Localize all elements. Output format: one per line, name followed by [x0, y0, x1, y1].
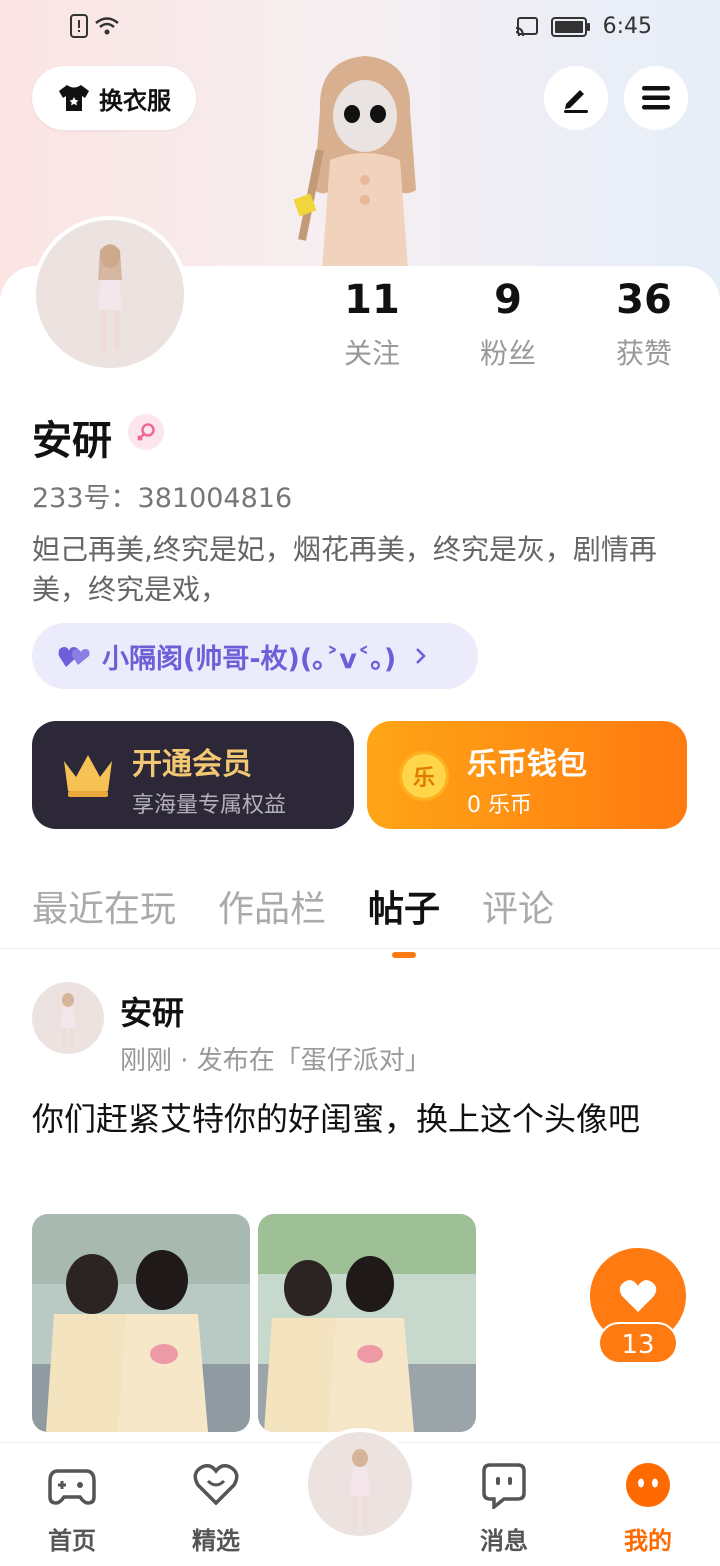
character-illustration [293, 56, 416, 270]
avatar-figure-image [98, 244, 122, 350]
wallet-title: 乐币钱包 [467, 747, 587, 782]
chevron-right-icon [416, 648, 426, 664]
stat-label: 粉丝 [479, 337, 536, 370]
post-meta: 刚刚 · 发布在「蛋仔派对」 [120, 1046, 431, 1076]
tab-posts[interactable]: 帖子 [368, 880, 440, 958]
vip-title: 开通会员 [132, 747, 252, 782]
center-avatar-figure-image [350, 1449, 370, 1526]
username: 安研 [32, 418, 112, 464]
post-author-avatar[interactable] [32, 982, 104, 1054]
stat-value: 36 [616, 277, 672, 323]
stat-likes[interactable]: 36 获赞 [584, 278, 704, 372]
post-avatar-figure-image [61, 993, 75, 1048]
heart-icon [619, 1280, 657, 1312]
coin-char: 乐 [412, 766, 435, 791]
stat-label: 获赞 [615, 337, 672, 370]
status-time: 6:45 [602, 14, 652, 39]
sim-alert-icon [70, 14, 88, 38]
change-outfit-button[interactable]: 换衣服 [32, 66, 196, 130]
tshirt-icon [59, 85, 89, 111]
user-bio: 妲己再美,终究是妃，烟花再美，终究是灰，剧情再美，终究是戏， [32, 533, 657, 606]
nav-messages[interactable]: 消息 [454, 1461, 554, 1556]
female-gender-icon [128, 414, 164, 450]
status-bar: 6:45 [0, 0, 720, 56]
coin-icon: 乐 [399, 751, 449, 801]
tab-comments[interactable]: 评论 [482, 880, 554, 932]
nav-messages-label: 消息 [480, 1527, 528, 1555]
crown-icon [64, 755, 112, 797]
nav-featured[interactable]: 精选 [166, 1461, 266, 1556]
post-photo [258, 1214, 476, 1432]
coin-wallet-card[interactable]: 乐 乐币钱包 0 乐币 [367, 721, 687, 829]
stat-value: 9 [494, 277, 522, 323]
hearts-icon [58, 647, 90, 667]
smile-face-icon [626, 1463, 670, 1507]
pencil-icon [564, 90, 588, 113]
group-name: 小隔阂(帅哥-枚)(｡˃v˂｡) [102, 643, 397, 675]
nav-center-avatar-button[interactable] [304, 1428, 416, 1540]
post-author-name[interactable]: 安研 [120, 988, 184, 1034]
avatar[interactable] [32, 216, 188, 372]
like-count: 13 [598, 1322, 678, 1364]
edit-profile-button[interactable] [544, 66, 608, 130]
change-outfit-label: 换衣服 [99, 86, 171, 115]
profile-tabs: 最近在玩 作品栏 帖子 评论 [32, 880, 554, 958]
group-link[interactable]: 小隔阂(帅哥-枚)(｡˃v˂｡) [32, 623, 478, 689]
vip-membership-card[interactable]: 开通会员 享海量专属权益 [32, 721, 354, 829]
vip-subtitle: 享海量专属权益 [132, 793, 287, 818]
stat-value: 11 [344, 277, 400, 323]
stat-label: 关注 [343, 337, 400, 370]
user-id: 233号：381004816 [32, 483, 293, 514]
hamburger-menu-icon [642, 86, 670, 110]
tab-recently-played[interactable]: 最近在玩 [32, 880, 176, 932]
post-image[interactable] [32, 1214, 250, 1432]
wifi-icon [95, 17, 119, 35]
tab-works[interactable]: 作品栏 [218, 880, 326, 932]
gamepad-icon [48, 1469, 96, 1505]
tabs-divider [0, 948, 720, 949]
heart-outline-icon [193, 1463, 239, 1506]
nav-home[interactable]: 首页 [22, 1461, 122, 1556]
wallet-balance: 0 乐币 [467, 793, 532, 818]
nav-me[interactable]: 我的 [598, 1461, 698, 1556]
chat-icon [482, 1463, 526, 1511]
post-image[interactable] [258, 1214, 476, 1432]
nav-home-label: 首页 [48, 1527, 96, 1555]
nav-featured-label: 精选 [192, 1527, 240, 1555]
stat-followers[interactable]: 9 粉丝 [448, 278, 568, 372]
stat-following[interactable]: 11 关注 [312, 278, 432, 372]
battery-icon [550, 16, 590, 37]
nav-me-label: 我的 [624, 1527, 672, 1555]
post-photo [32, 1214, 250, 1432]
menu-button[interactable] [624, 66, 688, 130]
cast-icon [515, 16, 538, 36]
post-text: 你们赶紧艾特你的好闺蜜，换上这个头像吧 [32, 1100, 641, 1138]
